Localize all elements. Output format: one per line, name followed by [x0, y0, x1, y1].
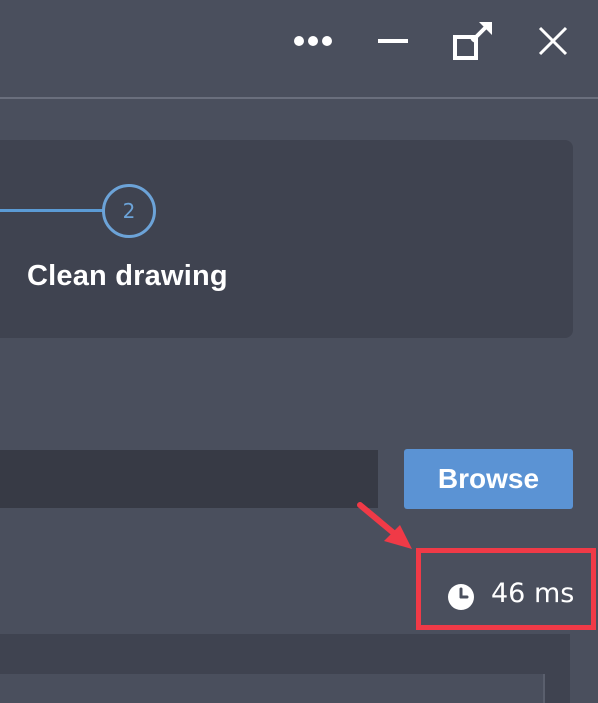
timing-value: 46 ms [491, 578, 575, 609]
results-list-scrollbar[interactable] [543, 674, 545, 703]
pop-out-icon [453, 22, 492, 60]
title-bar-divider [0, 97, 598, 99]
step-progress-panel [0, 140, 573, 338]
minimize-icon [378, 39, 408, 43]
close-button[interactable] [530, 18, 576, 64]
results-list[interactable] [0, 674, 543, 703]
more-horizontal-icon [294, 36, 332, 46]
title-bar [0, 0, 598, 97]
step-label: Clean drawing [27, 260, 228, 292]
annotation-arrow-icon [357, 502, 412, 549]
app-window: 2 Clean drawing Browse 46 ms [0, 0, 598, 703]
step-connector-line [0, 209, 104, 212]
timing-readout: 46 ms [416, 548, 596, 630]
step-number: 2 [122, 199, 136, 223]
file-path-input[interactable] [0, 450, 378, 508]
minimize-button[interactable] [370, 18, 416, 64]
clock-icon [448, 584, 474, 610]
pop-out-button[interactable] [450, 18, 496, 64]
more-options-button[interactable] [290, 18, 336, 64]
browse-button[interactable]: Browse [404, 449, 573, 509]
step-indicator[interactable]: 2 [102, 184, 156, 238]
close-icon [538, 26, 568, 56]
